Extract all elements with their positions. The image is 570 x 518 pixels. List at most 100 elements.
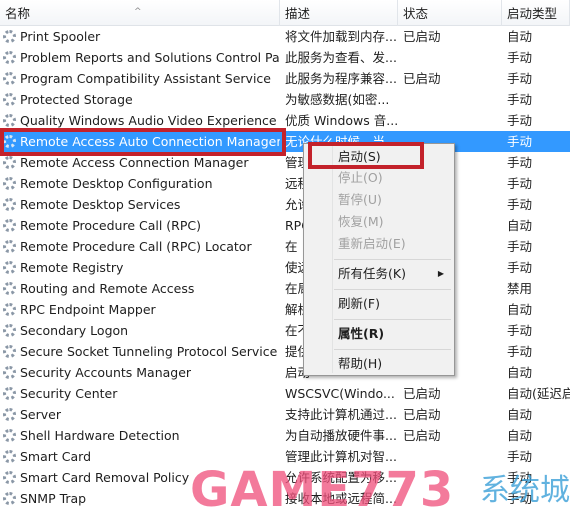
service-desc: 优质 Windows 音... xyxy=(285,113,398,128)
service-startup-type: 手动 xyxy=(507,50,533,65)
gear-icon xyxy=(3,240,16,253)
service-row[interactable]: Remote Procedure Call (RPC) Locator 在 手动 xyxy=(0,236,570,257)
service-startup-type: 自动 xyxy=(507,365,533,380)
service-name-text: Quality Windows Audio Video Experience xyxy=(20,113,277,128)
service-name-text: Server xyxy=(20,407,61,422)
service-status: 已启动 xyxy=(403,428,441,443)
service-name-text: Remote Procedure Call (RPC) Locator xyxy=(20,239,252,254)
service-row[interactable]: Remote Procedure Call (RPC) RPC 自动 xyxy=(0,215,570,236)
highlight-start-item xyxy=(308,142,424,169)
column-status[interactable]: 状态 xyxy=(398,0,502,26)
service-name-text: Remote Desktop Services xyxy=(20,197,181,212)
service-row[interactable]: Program Compatibility Assistant Service … xyxy=(0,68,570,89)
service-name: Secure Socket Tunneling Protocol Service xyxy=(3,341,280,362)
service-row[interactable]: Remote Registry 使远 手动 xyxy=(0,257,570,278)
service-startup-type: 自动 xyxy=(507,218,533,233)
service-startup-type: 手动 xyxy=(507,176,533,191)
service-startup-type: 自动 xyxy=(507,302,533,317)
column-header: 名称 ^ 描述 状态 启动类型 xyxy=(0,0,570,26)
menu-pause: 暂停(U) xyxy=(338,192,382,207)
service-row[interactable]: Print Spooler 将文件加载到内存... 已启动 自动 xyxy=(0,26,570,47)
column-name-label: 名称 xyxy=(5,6,31,21)
menu-properties[interactable]: 属性(R) xyxy=(338,324,450,344)
service-name-text: Security Center xyxy=(20,386,118,401)
service-name: Remote Registry xyxy=(3,257,280,278)
menu-refresh[interactable]: 刷新(F) xyxy=(338,294,450,314)
gear-icon xyxy=(3,450,16,463)
service-desc: 此服务为查看、发... xyxy=(285,50,397,65)
service-startup-type: 自动(延迟启 xyxy=(507,386,570,401)
service-startup-type: 手动 xyxy=(507,323,533,338)
service-startup-type: 手动 xyxy=(507,155,533,170)
gear-icon xyxy=(3,72,16,85)
service-name: Security Center xyxy=(3,383,280,404)
service-name-text: Smart Card Removal Policy xyxy=(20,470,190,485)
service-startup-type: 手动 xyxy=(507,113,533,128)
gear-icon xyxy=(3,345,16,358)
service-name-text: RPC Endpoint Mapper xyxy=(20,302,156,317)
service-startup-type: 手动 xyxy=(507,92,533,107)
gear-icon xyxy=(3,366,16,379)
service-startup-type: 手动 xyxy=(507,134,533,149)
gear-icon xyxy=(3,114,16,127)
service-name-text: Routing and Remote Access xyxy=(20,281,195,296)
service-name: Routing and Remote Access xyxy=(3,278,280,299)
service-row[interactable]: Protected Storage 为敏感数据(如密... 手动 xyxy=(0,89,570,110)
service-name-text: Remote Desktop Configuration xyxy=(20,176,213,191)
service-row[interactable]: Server 支持此计算机通过... 已启动 自动 xyxy=(0,404,570,425)
menu-separator xyxy=(334,349,451,350)
menu-separator xyxy=(334,289,451,290)
service-status: 已启动 xyxy=(403,71,441,86)
gear-icon xyxy=(3,492,16,505)
service-row[interactable]: Security Accounts Manager 启动 自动 xyxy=(0,362,570,383)
service-row[interactable]: Shell Hardware Detection 为自动播放硬件事... 已启动… xyxy=(0,425,570,446)
service-startup-type: 自动 xyxy=(507,29,533,44)
column-name[interactable]: 名称 ^ xyxy=(0,0,280,26)
gear-icon xyxy=(3,303,16,316)
service-name: Server xyxy=(3,404,280,425)
service-desc: 此服务为程序兼容... xyxy=(285,71,397,86)
service-row[interactable]: Problem Reports and Solutions Control Pa… xyxy=(0,47,570,68)
menu-separator xyxy=(334,259,451,260)
service-row[interactable]: Remote Desktop Configuration 远程 手动 xyxy=(0,173,570,194)
service-startup-type: 禁用 xyxy=(507,281,533,296)
menu-help[interactable]: 帮助(H) xyxy=(338,354,450,374)
column-desc[interactable]: 描述 xyxy=(280,0,398,26)
service-desc: 将文件加载到内存... xyxy=(285,29,397,44)
gear-icon xyxy=(3,219,16,232)
service-startup-type: 手动 xyxy=(507,71,533,86)
service-name: RPC Endpoint Mapper xyxy=(3,299,280,320)
service-row[interactable]: Security Center WSCSVC(Windo... 已启动 自动(延… xyxy=(0,383,570,404)
service-name-text: Problem Reports and Solutions Control Pa… xyxy=(20,50,280,65)
service-status: 已启动 xyxy=(403,407,441,422)
service-name: Program Compatibility Assistant Service xyxy=(3,68,280,89)
gear-icon xyxy=(3,30,16,43)
service-row[interactable]: Remote Desktop Services 允许 手动 xyxy=(0,194,570,215)
service-name-text: Remote Procedure Call (RPC) xyxy=(20,218,201,233)
service-startup-type: 手动 xyxy=(507,197,533,212)
service-row[interactable]: Secondary Logon 在不 手动 xyxy=(0,320,570,341)
gear-icon xyxy=(3,387,16,400)
service-name-text: Print Spooler xyxy=(20,29,101,44)
menu-all-tasks-label: 所有任务(K) xyxy=(338,266,406,281)
menu-stop: 停止(O) xyxy=(338,170,383,185)
gear-icon xyxy=(3,51,16,64)
service-row[interactable]: RPC Endpoint Mapper 解析 自动 xyxy=(0,299,570,320)
gear-icon xyxy=(3,261,16,274)
watermark-logo: GAME773 xyxy=(190,462,455,518)
service-startup-type: 手动 xyxy=(507,260,533,275)
menu-all-tasks[interactable]: 所有任务(K) ▶ xyxy=(338,264,450,284)
service-name-text: Remote Registry xyxy=(20,260,124,275)
service-row[interactable]: Secure Socket Tunneling Protocol Service… xyxy=(0,341,570,362)
service-startup-type: 手动 xyxy=(507,449,533,464)
service-startup-type: 自动 xyxy=(507,407,533,422)
gear-icon xyxy=(3,177,16,190)
service-name-text: Program Compatibility Assistant Service xyxy=(20,71,271,86)
column-startup-type[interactable]: 启动类型 xyxy=(502,0,570,26)
service-name-text: Shell Hardware Detection xyxy=(20,428,180,443)
menu-restart: 重新启动(E) xyxy=(338,236,406,251)
gear-icon xyxy=(3,198,16,211)
service-name-text: Security Accounts Manager xyxy=(20,365,192,380)
service-row[interactable]: Routing and Remote Access 在局 禁用 xyxy=(0,278,570,299)
service-startup-type: 手动 xyxy=(507,239,533,254)
